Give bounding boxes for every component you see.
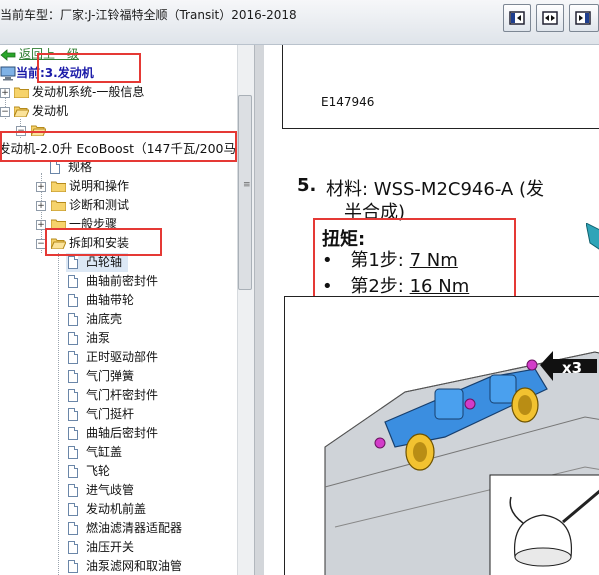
camshaft-illustration bbox=[324, 351, 599, 575]
caution-tab-icon bbox=[586, 223, 599, 250]
document-icon bbox=[68, 351, 78, 364]
highlight-box bbox=[0, 131, 237, 162]
panel-split-icon bbox=[542, 11, 558, 25]
document-icon bbox=[68, 541, 78, 554]
computer-icon bbox=[0, 66, 16, 81]
folder-icon bbox=[51, 200, 66, 211]
panel-left-icon bbox=[509, 11, 525, 25]
back-arrow-icon bbox=[0, 49, 16, 61]
folder-icon bbox=[51, 181, 66, 192]
document-icon bbox=[68, 484, 78, 497]
document-icon bbox=[68, 522, 78, 535]
document-icon bbox=[68, 503, 78, 516]
folder-icon bbox=[14, 87, 29, 98]
window-title: 当前车型：厂家:J-江铃福特全顺（Transit）2016-2018 bbox=[0, 8, 297, 22]
folder-open-icon bbox=[14, 106, 29, 117]
navigation-tree: 返回上一级 当前:3.发动机 + 发动机系统-一般信息 − 发动机 − 发动机-… bbox=[0, 45, 237, 575]
document-icon bbox=[68, 389, 78, 402]
document-icon bbox=[68, 560, 78, 573]
step-number: 5. bbox=[297, 175, 317, 196]
quantity-callout: x3 bbox=[562, 359, 583, 377]
engine-illustration: x3 bbox=[284, 296, 599, 575]
expand-icon[interactable]: + bbox=[36, 201, 46, 211]
document-viewer: E147946 5. 材料: WSS-M2C946-A (发 半合成) 扭矩: … bbox=[264, 45, 599, 575]
highlight-box bbox=[313, 218, 516, 302]
document-icon bbox=[68, 427, 78, 440]
document-icon bbox=[68, 275, 78, 288]
highlight-box bbox=[45, 228, 162, 256]
tree-scrollbar-thumb[interactable]: ≡ bbox=[238, 95, 252, 290]
document-icon bbox=[68, 465, 78, 478]
grip-icon: ≡ bbox=[243, 180, 251, 190]
document-icon bbox=[68, 256, 78, 269]
figure-id: E147946 bbox=[321, 95, 375, 109]
panel-left-button[interactable] bbox=[503, 4, 531, 32]
document-icon bbox=[68, 446, 78, 459]
collapse-icon[interactable]: − bbox=[0, 107, 10, 117]
figure-top: E147946 bbox=[282, 45, 599, 129]
document-icon bbox=[50, 161, 60, 174]
document-icon bbox=[68, 408, 78, 421]
highlight-box bbox=[37, 53, 141, 83]
expand-icon[interactable]: + bbox=[36, 182, 46, 192]
title-bar: 当前车型：厂家:J-江铃福特全顺（Transit）2016-2018 bbox=[0, 0, 599, 45]
document-icon bbox=[68, 332, 78, 345]
document-icon bbox=[68, 370, 78, 383]
document-icon bbox=[68, 294, 78, 307]
panel-right-button[interactable] bbox=[569, 4, 599, 32]
panel-right-icon bbox=[575, 11, 591, 25]
panel-split-button[interactable] bbox=[536, 4, 564, 32]
document-icon bbox=[68, 313, 78, 326]
expand-icon[interactable]: + bbox=[0, 88, 10, 98]
